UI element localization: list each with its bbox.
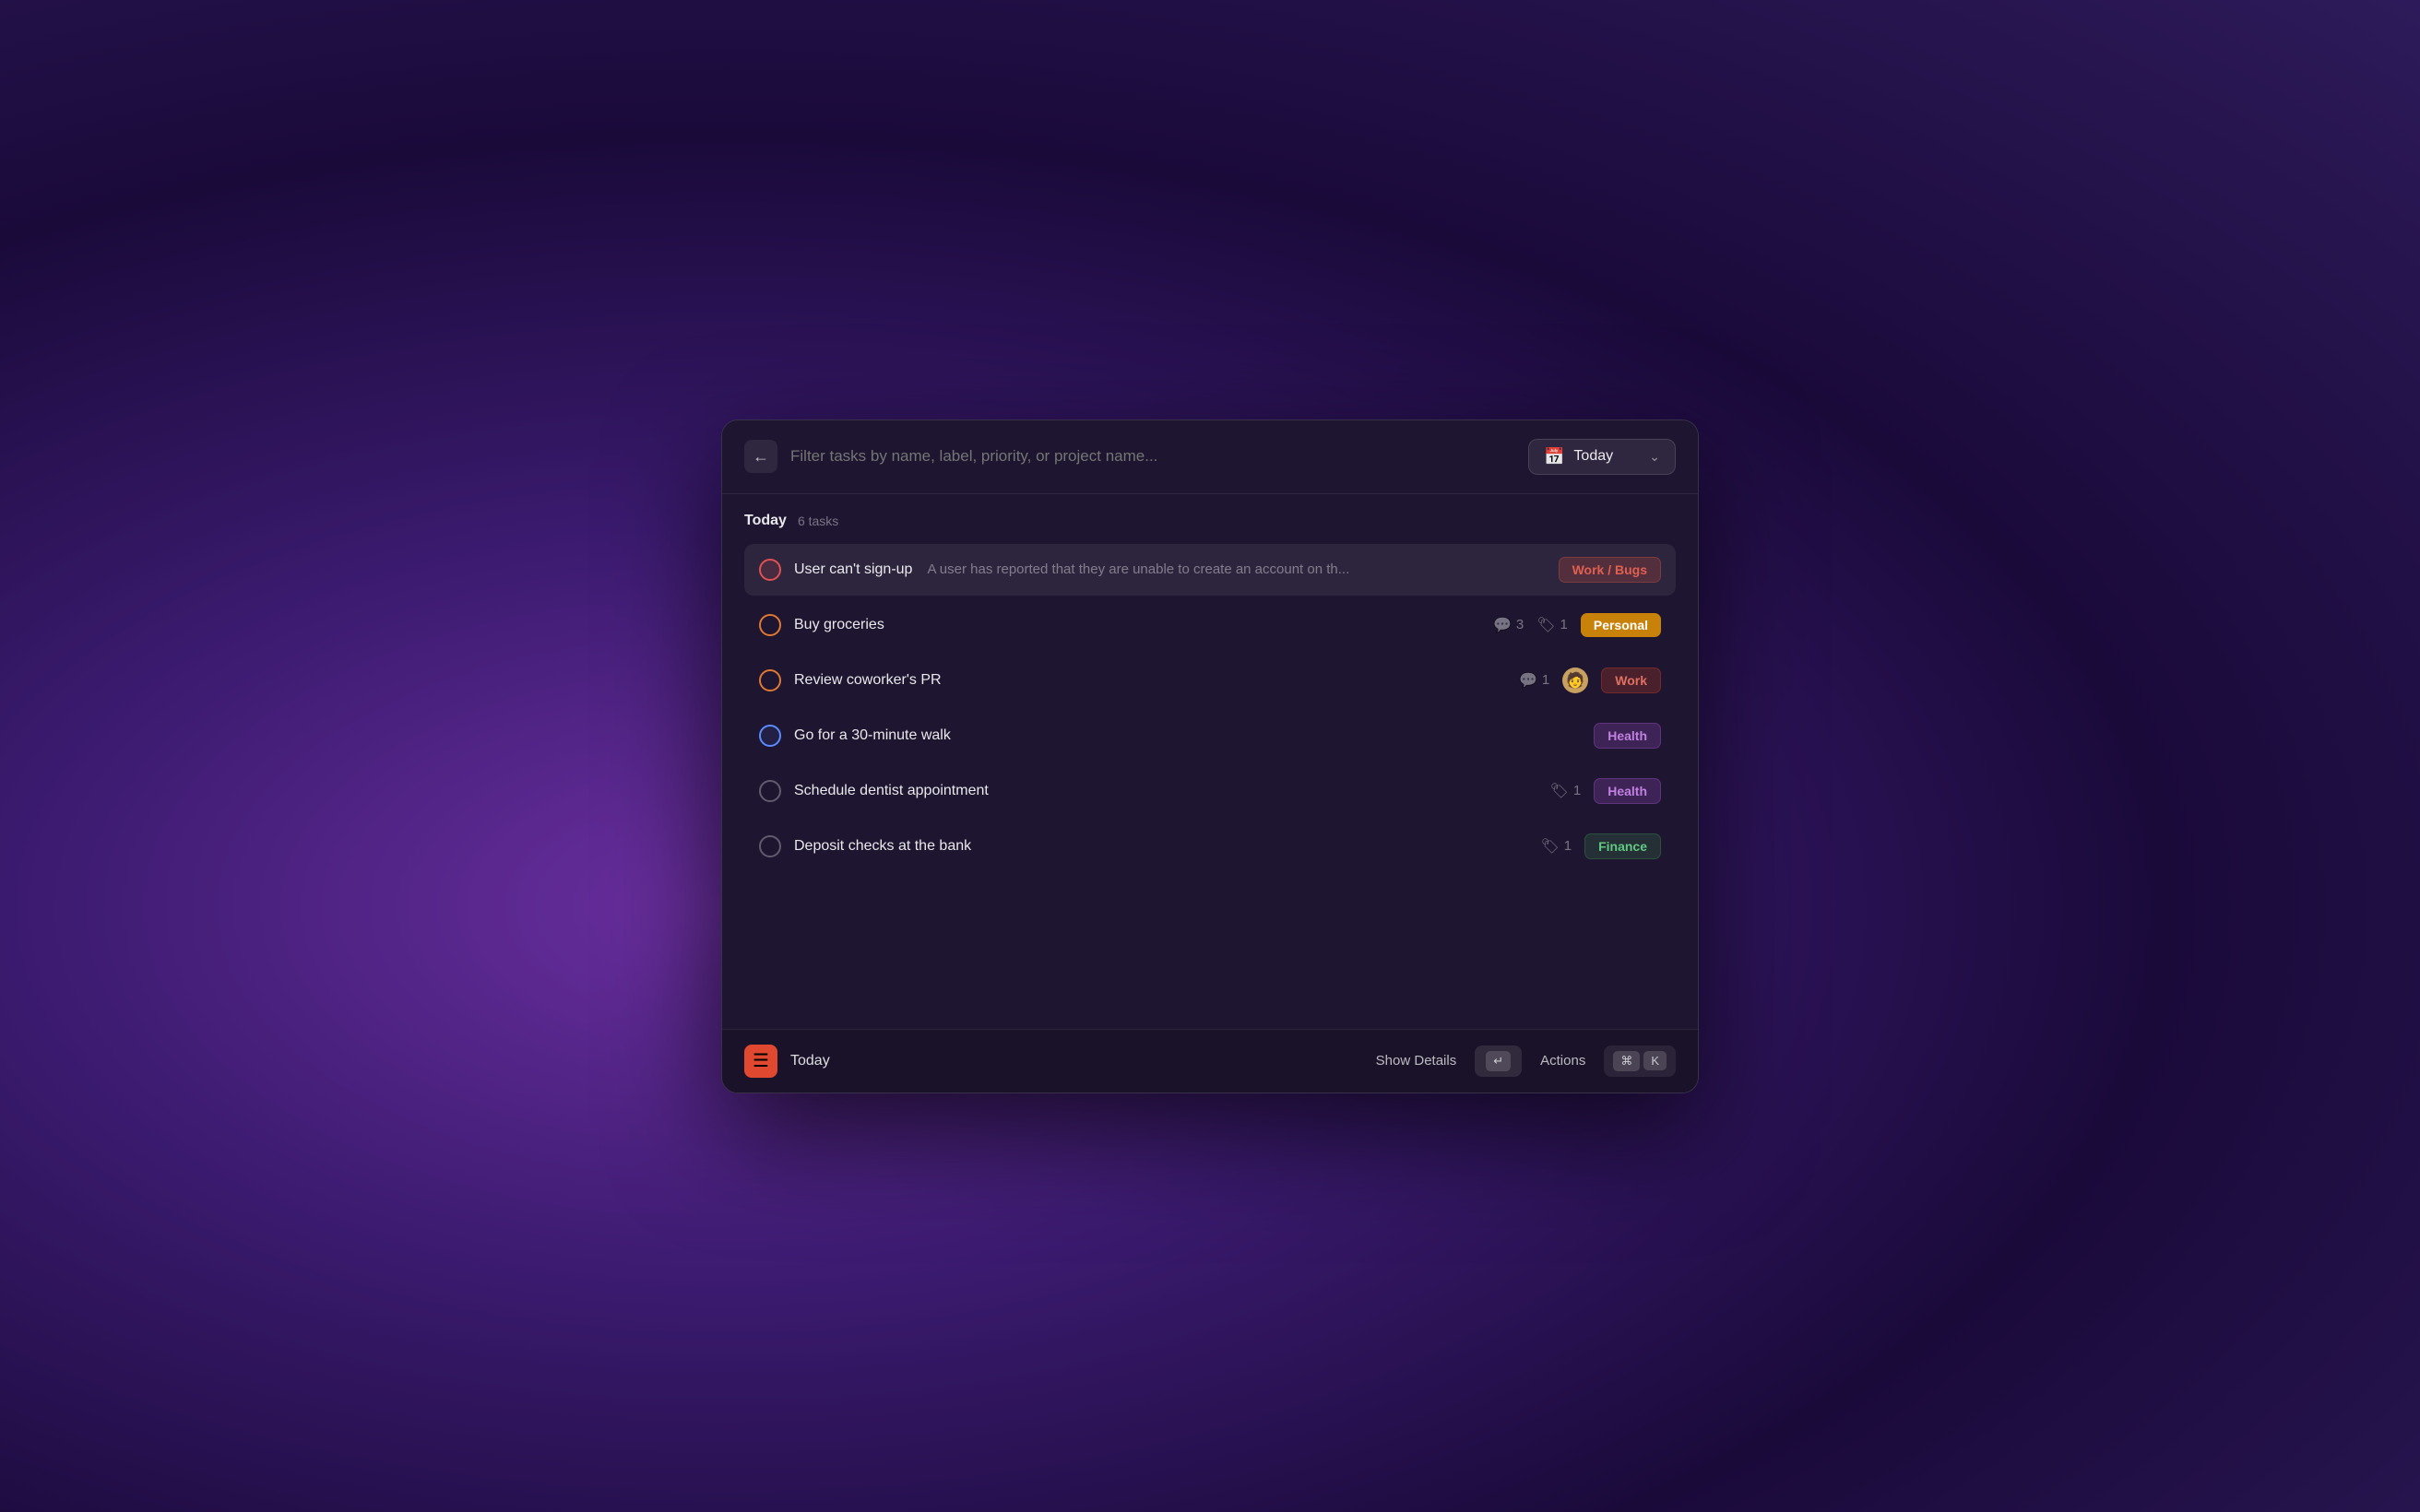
task-name: Deposit checks at the bank	[794, 838, 971, 855]
subtask-count: 💬 3	[1493, 616, 1524, 634]
label-badge: Personal	[1581, 613, 1661, 637]
task-name: Review coworker's PR	[794, 672, 942, 689]
back-arrow-icon: ←	[753, 447, 769, 467]
tag-number: 1	[1560, 617, 1568, 632]
tag-number: 1	[1564, 838, 1572, 854]
date-selector[interactable]: 📅 Today ⌄	[1528, 439, 1676, 475]
chevron-down-icon: ⌄	[1649, 449, 1660, 465]
task-meta: 🏷 1 Health	[1550, 778, 1661, 804]
task-meta: 💬 1 🧑 Work	[1519, 667, 1661, 693]
task-row[interactable]: Go for a 30-minute walk Health	[744, 710, 1676, 762]
task-count: 6 tasks	[798, 514, 838, 528]
task-meta: 🏷 1 Finance	[1540, 833, 1661, 859]
task-checkbox[interactable]	[759, 669, 781, 691]
enter-key: ↵	[1486, 1051, 1511, 1071]
label-badge: Work / Bugs	[1559, 557, 1661, 583]
task-row[interactable]: Deposit checks at the bank 🏷 1 Finance	[744, 821, 1676, 872]
task-name: Go for a 30-minute walk	[794, 727, 951, 744]
task-name: User can't sign-up	[794, 561, 912, 578]
show-details-button[interactable]: Show Details	[1367, 1047, 1466, 1074]
task-checkbox[interactable]	[759, 614, 781, 636]
app-window: ← 📅 Today ⌄ Today 6 tasks User can't sig…	[721, 419, 1699, 1093]
comment-count: 💬 1	[1519, 671, 1549, 690]
footer-title: Today	[790, 1053, 830, 1069]
cmd-key: ⌘	[1613, 1051, 1640, 1071]
app-logo: ☰	[744, 1045, 777, 1078]
footer-actions: Show Details ↵ Actions ⌘ K	[1367, 1045, 1676, 1077]
actions-shortcut: ⌘ K	[1604, 1045, 1676, 1077]
subtask-number: 3	[1516, 617, 1524, 632]
task-meta: 💬 3 🏷 1 Personal	[1493, 613, 1661, 637]
tag-icon: 🏷	[1540, 837, 1559, 856]
label-badge: Work	[1601, 667, 1661, 693]
task-row[interactable]: Buy groceries 💬 3 🏷 1 Personal	[744, 599, 1676, 651]
task-row[interactable]: Review coworker's PR 💬 1 🧑 Work	[744, 655, 1676, 706]
search-input[interactable]	[790, 447, 1515, 466]
logo-icon: ☰	[753, 1049, 769, 1072]
task-name: Buy groceries	[794, 617, 884, 633]
k-key: K	[1643, 1051, 1667, 1070]
back-button[interactable]: ←	[744, 440, 777, 473]
actions-button[interactable]: Actions	[1531, 1047, 1595, 1074]
footer: ☰ Today Show Details ↵ Actions ⌘ K	[722, 1029, 1698, 1093]
calendar-icon: 📅	[1544, 447, 1564, 467]
task-meta: Health	[1594, 723, 1661, 749]
section-header: Today 6 tasks	[744, 513, 1676, 529]
task-checkbox[interactable]	[759, 780, 781, 802]
tag-icon: 🏷	[1550, 782, 1569, 800]
header: ← 📅 Today ⌄	[722, 420, 1698, 494]
enter-shortcut: ↵	[1475, 1045, 1522, 1077]
task-checkbox[interactable]	[759, 725, 781, 747]
comment-icon: 💬	[1519, 671, 1537, 690]
avatar: 🧑	[1562, 667, 1588, 693]
comment-number: 1	[1542, 672, 1549, 688]
label-badge: Health	[1594, 778, 1661, 804]
label-badge: Finance	[1584, 833, 1661, 859]
date-label: Today	[1573, 448, 1613, 465]
tag-icon: 🏷	[1536, 616, 1555, 634]
tag-count: 🏷 1	[1550, 782, 1582, 800]
task-name: Schedule dentist appointment	[794, 783, 989, 799]
section-title: Today	[744, 513, 787, 529]
subtask-icon: 💬	[1493, 616, 1512, 634]
tag-count: 🏷 1	[1540, 837, 1572, 856]
task-row[interactable]: User can't sign-up A user has reported t…	[744, 544, 1676, 596]
task-checkbox[interactable]	[759, 559, 781, 581]
tag-count: 🏷 1	[1536, 616, 1568, 634]
task-meta: Work / Bugs	[1559, 557, 1661, 583]
task-row[interactable]: Schedule dentist appointment 🏷 1 Health	[744, 765, 1676, 817]
task-area: Today 6 tasks User can't sign-up A user …	[722, 494, 1698, 1029]
tag-number: 1	[1573, 783, 1581, 798]
label-badge: Health	[1594, 723, 1661, 749]
task-checkbox[interactable]	[759, 835, 781, 857]
task-description: A user has reported that they are unable…	[927, 561, 1349, 577]
